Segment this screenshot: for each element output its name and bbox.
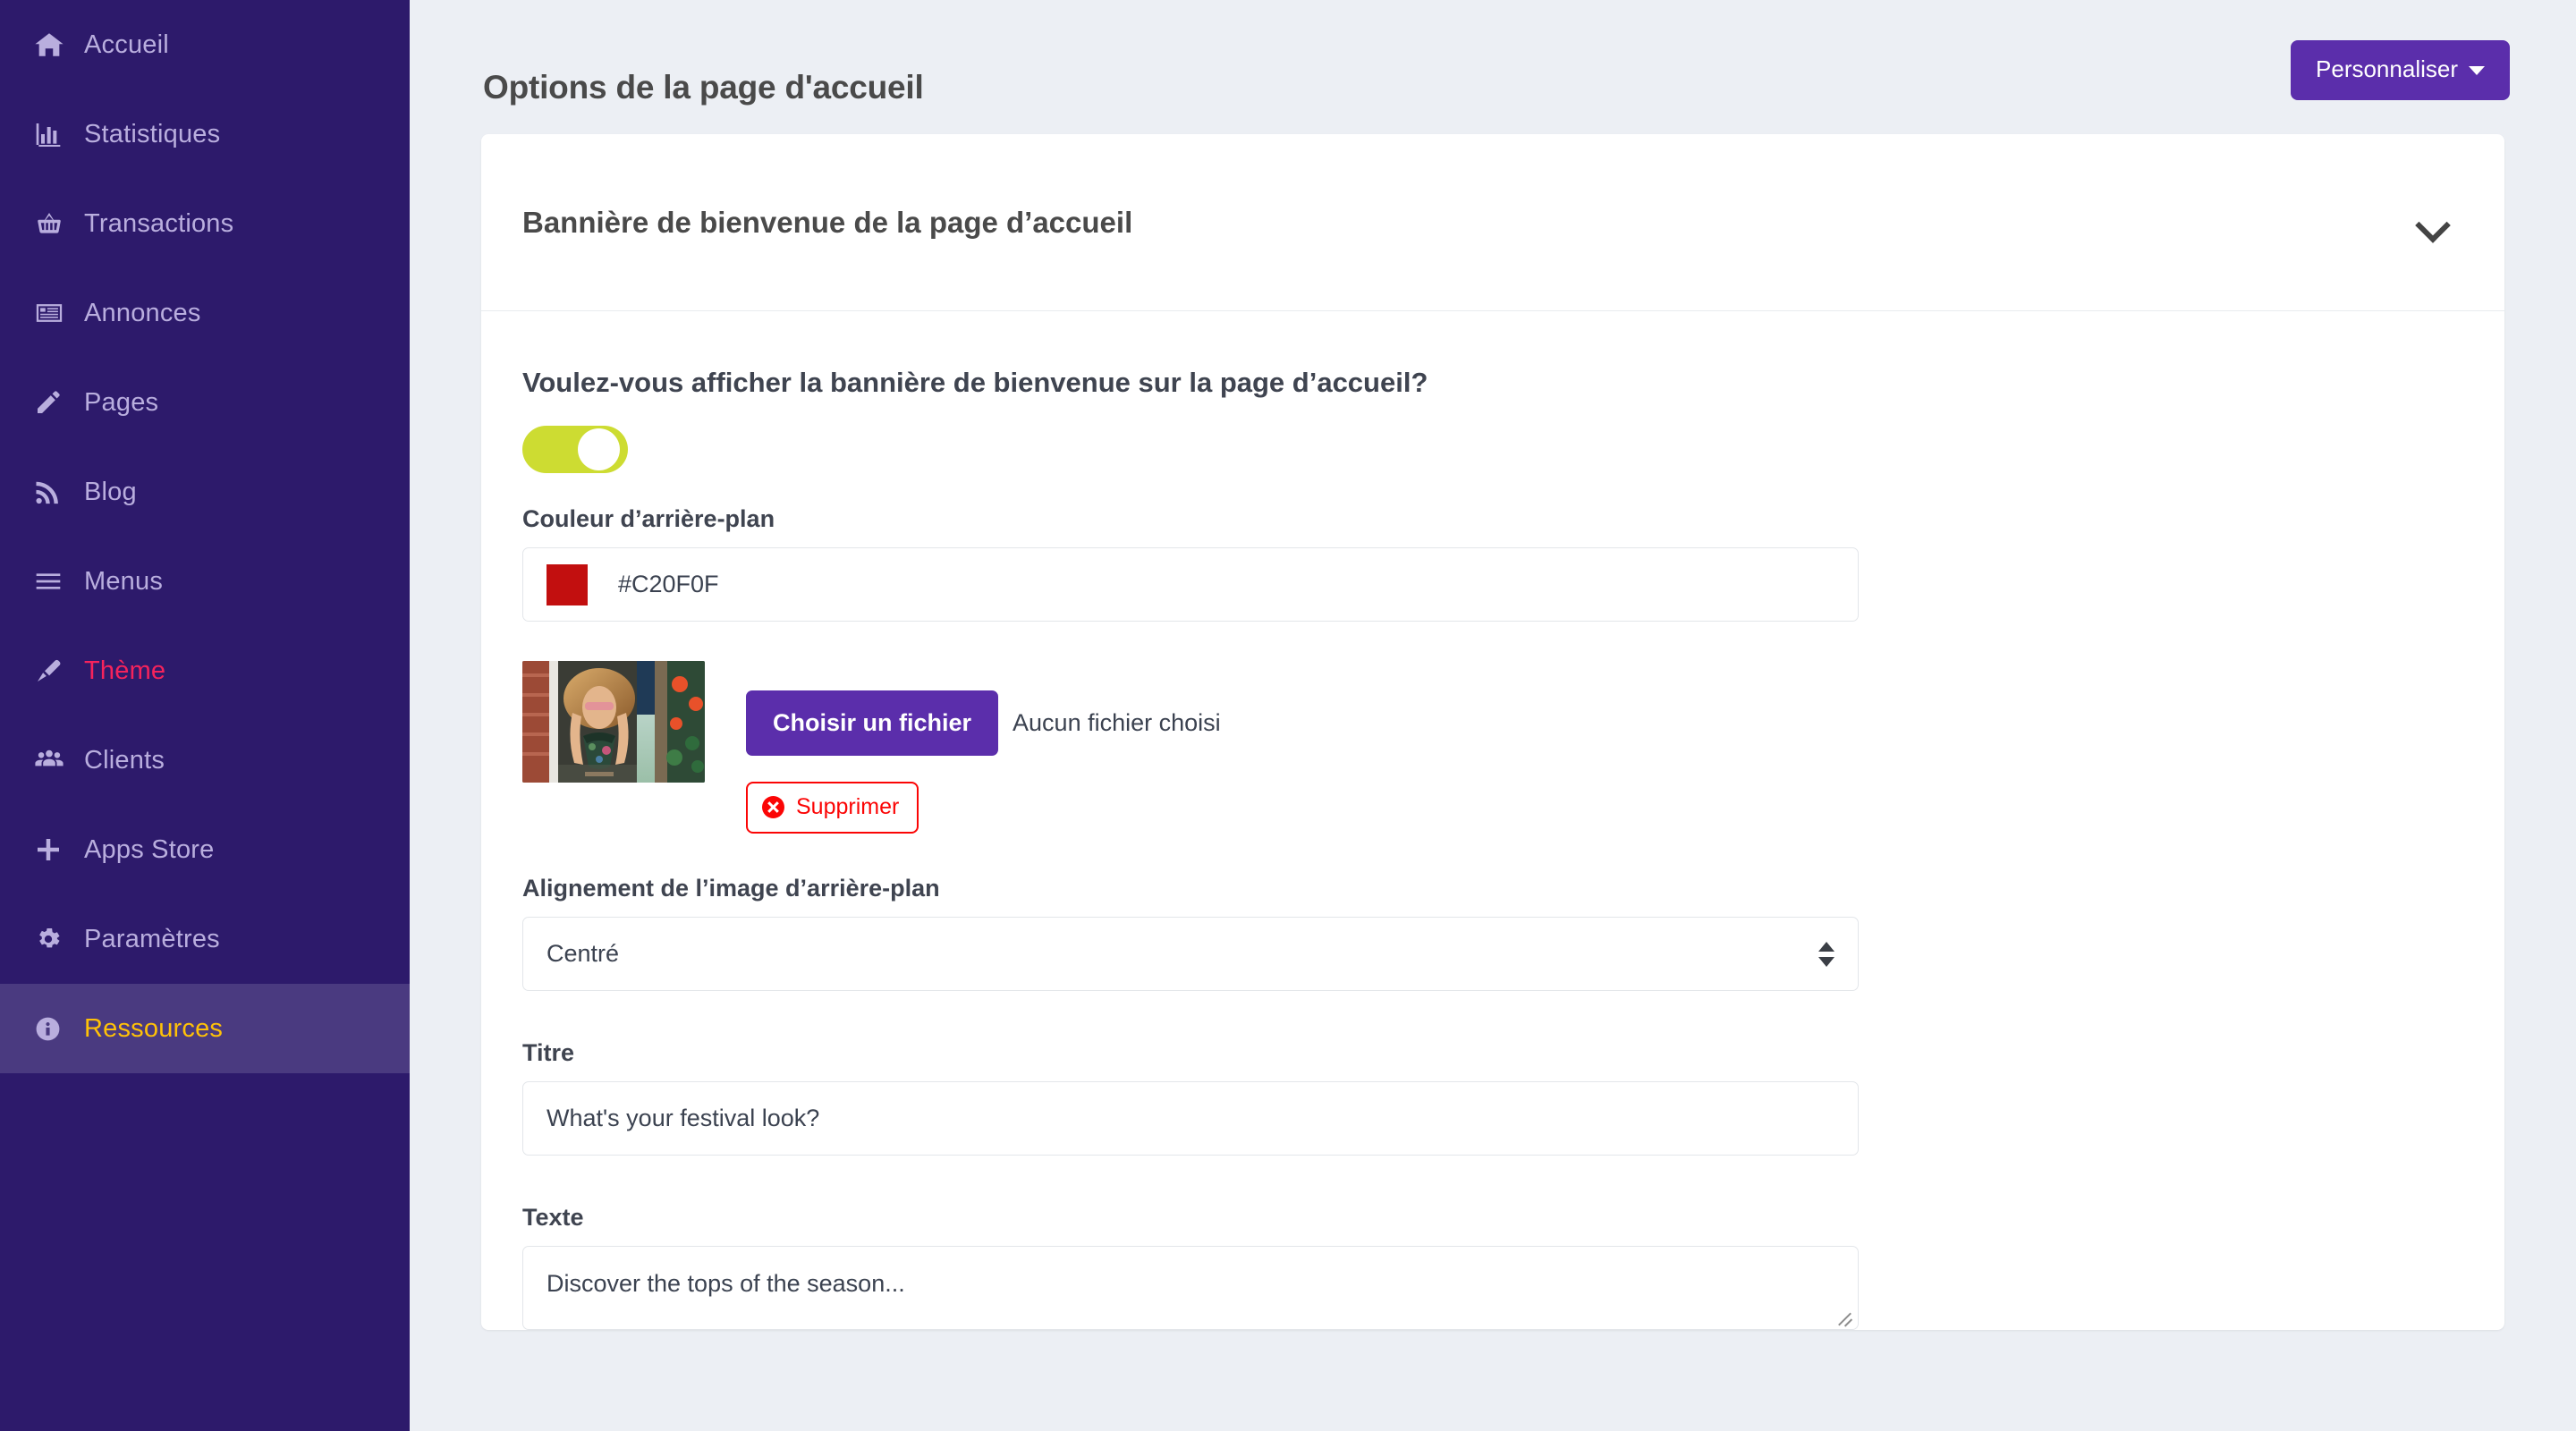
sidebar-item-label: Annonces <box>84 298 201 327</box>
hamburger-icon <box>25 567 84 596</box>
sidebar-item-accueil[interactable]: Accueil <box>0 0 410 89</box>
basket-icon <box>25 208 84 239</box>
info-icon <box>25 1015 84 1043</box>
sidebar-item-label: Pages <box>84 387 159 417</box>
sidebar-item-theme[interactable]: Thème <box>0 626 410 716</box>
chevron-up-icon <box>1818 941 1835 952</box>
sidebar-item-label: Transactions <box>84 208 234 238</box>
sidebar-item-ressources[interactable]: Ressources <box>0 984 410 1073</box>
show-banner-toggle[interactable] <box>522 426 628 473</box>
color-swatch[interactable] <box>547 563 588 605</box>
sidebar-item-clients[interactable]: Clients <box>0 716 410 805</box>
image-alignment-value: Centré <box>547 940 620 967</box>
sidebar-item-label: Accueil <box>84 30 169 59</box>
bar-chart-icon <box>25 120 84 148</box>
sidebar-item-label: Thème <box>84 656 166 685</box>
text-label: Texte <box>522 1204 584 1231</box>
plus-icon <box>25 835 84 864</box>
delete-image-button[interactable]: Supprimer <box>746 782 919 834</box>
sidebar-item-annonces[interactable]: Annonces <box>0 268 410 358</box>
card-header[interactable]: Bannière de bienvenue de la page d’accue… <box>481 134 2504 311</box>
background-color-label: Couleur d’arrière-plan <box>522 505 775 532</box>
sidebar-item-menus[interactable]: Menus <box>0 537 410 626</box>
background-color-input[interactable]: #C20F0F <box>522 547 1859 622</box>
list-card-icon <box>25 298 84 328</box>
show-banner-question: Voulez-vous afficher la bannière de bien… <box>522 367 1428 398</box>
app-root: Accueil Statistiques Transactions Annonc… <box>0 0 2576 1431</box>
card-title: Bannière de bienvenue de la page d’accue… <box>522 205 1133 239</box>
rss-icon <box>25 478 84 505</box>
customize-button-label: Personnaliser <box>2316 55 2458 82</box>
sidebar-item-pages[interactable]: Pages <box>0 358 410 447</box>
delete-button-label: Supprimer <box>796 794 900 819</box>
text-value: Discover the tops of the season... <box>547 1270 905 1297</box>
pencil-icon <box>25 388 84 417</box>
main-content: Options de la page d'accueil Personnalis… <box>410 0 2576 1431</box>
paintbrush-icon <box>25 656 84 685</box>
file-input-line: Choisir un fichier Aucun fichier choisi <box>746 690 1221 756</box>
sidebar: Accueil Statistiques Transactions Annonc… <box>0 0 410 1431</box>
choose-file-button[interactable]: Choisir un fichier <box>746 690 999 756</box>
background-image-row: Choisir un fichier Aucun fichier choisi … <box>522 661 2463 834</box>
image-alignment-label: Alignement de l’image d’arrière-plan <box>522 875 940 902</box>
sidebar-item-parametres[interactable]: Paramètres <box>0 894 410 984</box>
sidebar-item-label: Apps Store <box>84 834 215 864</box>
home-icon <box>25 30 84 60</box>
sidebar-item-label: Menus <box>84 566 164 596</box>
sidebar-item-label: Statistiques <box>84 119 221 148</box>
toggle-knob <box>578 428 620 470</box>
page-title: Options de la page d'accueil <box>483 69 924 106</box>
sidebar-item-blog[interactable]: Blog <box>0 447 410 537</box>
sidebar-item-label: Ressources <box>84 1013 224 1043</box>
caret-down-icon <box>2469 66 2485 75</box>
close-circle-icon <box>762 796 784 818</box>
sidebar-item-transactions[interactable]: Transactions <box>0 179 410 268</box>
select-spinner-icon <box>1818 941 1835 967</box>
sidebar-item-apps-store[interactable]: Apps Store <box>0 805 410 894</box>
welcome-banner-card: Bannière de bienvenue de la page d’accue… <box>481 134 2504 1330</box>
users-icon <box>25 745 84 775</box>
background-image-thumbnail <box>522 661 705 783</box>
no-file-chosen-text: Aucun fichier choisi <box>1013 709 1221 736</box>
sidebar-item-label: Paramètres <box>84 924 220 953</box>
image-alignment-select[interactable]: Centré <box>522 917 1859 991</box>
card-body: Voulez-vous afficher la bannière de bien… <box>481 311 2504 1330</box>
sidebar-item-statistiques[interactable]: Statistiques <box>0 89 410 179</box>
gear-icon <box>25 925 84 953</box>
file-controls: Choisir un fichier Aucun fichier choisi … <box>746 661 1221 834</box>
chevron-down-icon[interactable] <box>2417 207 2447 238</box>
background-color-value: #C20F0F <box>618 571 719 597</box>
title-input[interactable]: What's your festival look? <box>522 1081 1859 1156</box>
customize-button[interactable]: Personnaliser <box>2291 40 2510 100</box>
title-value: What's your festival look? <box>547 1105 820 1131</box>
title-label: Titre <box>522 1039 575 1066</box>
chevron-down-icon <box>1818 956 1835 967</box>
text-textarea[interactable]: Discover the tops of the season... <box>522 1246 1859 1330</box>
sidebar-item-label: Blog <box>84 477 137 506</box>
page-header: Options de la page d'accueil Personnalis… <box>410 0 2576 134</box>
sidebar-item-label: Clients <box>84 745 165 775</box>
resize-handle-icon[interactable] <box>1834 1306 1853 1327</box>
